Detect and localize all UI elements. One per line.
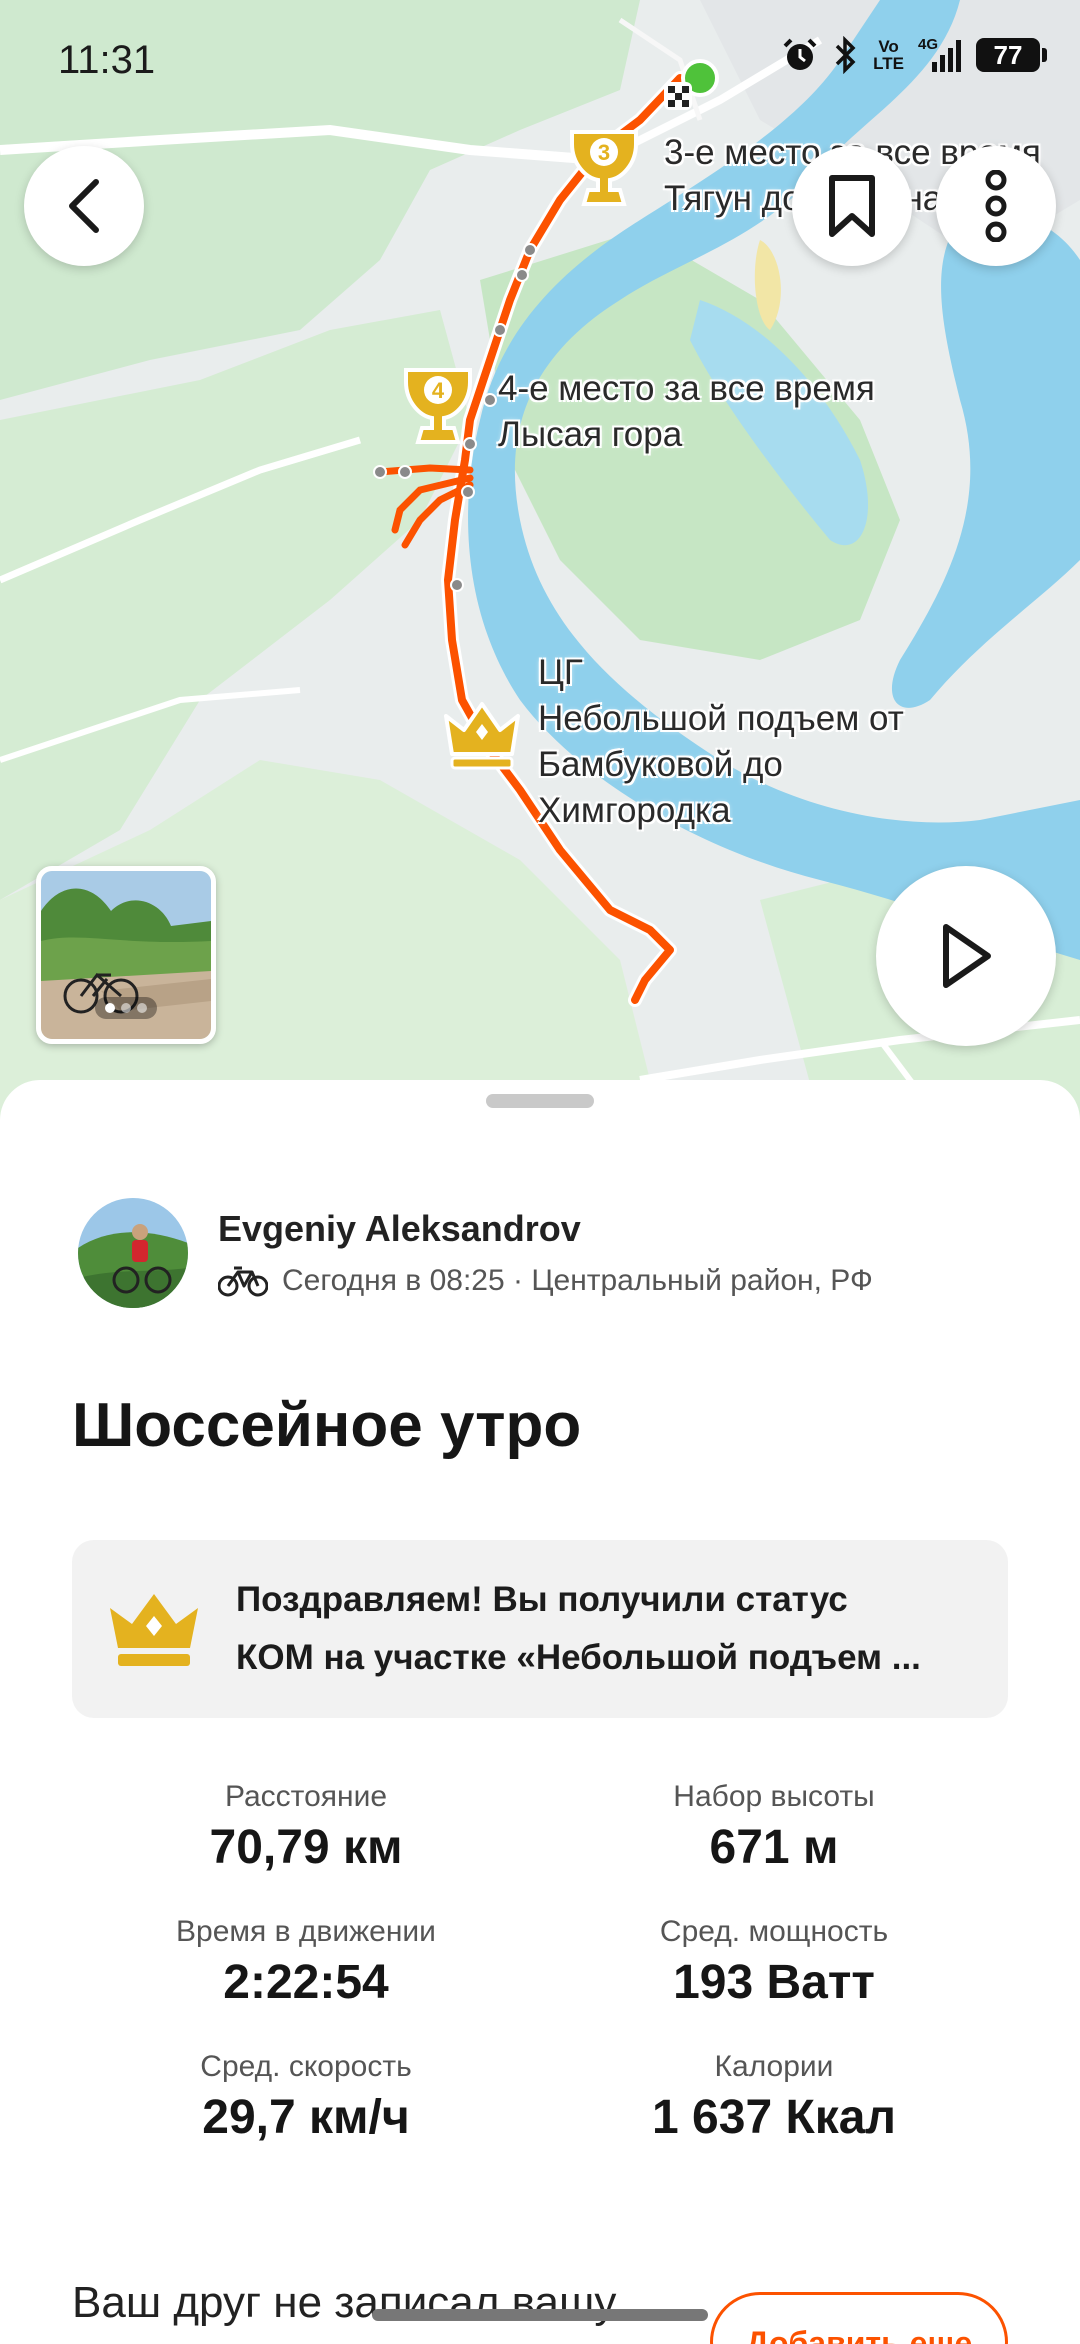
activity-meta: Сегодня в 08:25 · Центральный район, РФ <box>218 1264 873 1298</box>
volte-icon: Vo LTE <box>873 37 904 73</box>
stat-value: 1 637 Ккал <box>652 2091 896 2144</box>
activity-title: Шоссейное утро <box>72 1391 582 1460</box>
stat-distance: Расстояние 70,79 км <box>72 1780 540 1875</box>
stat-value: 70,79 км <box>209 1821 403 1874</box>
activity-map[interactable]: 3 4 3-е место за все время Тягун до Кочк… <box>0 0 1080 1120</box>
crown-map-icon <box>444 702 520 770</box>
segment-name-text: Лысая гора <box>498 415 683 454</box>
sheet-drag-handle[interactable] <box>486 1094 594 1108</box>
bluetooth-icon <box>835 36 856 74</box>
alarm-icon <box>783 38 817 70</box>
bike-icon <box>218 1266 268 1297</box>
segment-label-2[interactable]: 4-е место за все время Лысая гора <box>498 366 875 458</box>
segment-name-text: Бамбуковой до <box>538 745 783 784</box>
trophy-3-icon: 3 <box>570 130 638 206</box>
activity-date-location: Сегодня в 08:25 · Центральный район, РФ <box>282 1264 873 1297</box>
stat-value: 29,7 км/ч <box>202 2091 410 2144</box>
stat-avg-speed: Сред. скорость 29,7 км/ч <box>72 2050 540 2145</box>
stat-label: Время в движении <box>176 1915 436 1948</box>
status-bar: 11:31 Vo LTE 4G 77 <box>0 0 1080 120</box>
segment-name-text: Химгородка <box>538 791 731 830</box>
more-options-button[interactable] <box>936 146 1056 266</box>
athlete-header[interactable]: Evgeniy Aleksandrov Сегодня в 08:25 · Це… <box>78 1198 873 1308</box>
segment-name-text: Небольшой подъем от <box>538 699 904 738</box>
photo-pagination-dots <box>95 997 157 1019</box>
achievement-line: Поздравляем! Вы получили статус <box>236 1580 848 1619</box>
play-flyover-button[interactable] <box>876 866 1056 1046</box>
stat-value: 671 м <box>709 1821 839 1874</box>
stat-elevation-gain: Набор высоты 671 м <box>540 1780 1008 1875</box>
add-others-button[interactable]: Добавить еще <box>710 2292 1008 2344</box>
stat-value: 2:22:54 <box>223 1956 389 2009</box>
athlete-info: Evgeniy Aleksandrov Сегодня в 08:25 · Це… <box>218 1208 873 1298</box>
segment-rank-text: ЦГ <box>538 653 583 692</box>
stat-label: Сред. скорость <box>200 2050 412 2083</box>
battery-icon: 77 <box>976 38 1047 72</box>
chevron-left-icon <box>69 179 99 233</box>
crown-icon <box>110 1594 198 1666</box>
stat-label: Расстояние <box>224 1780 388 1813</box>
stat-value: 193 Ватт <box>673 1956 875 2009</box>
bookmark-icon <box>829 175 875 237</box>
battery-level-text: 77 <box>993 39 1023 70</box>
achievement-line: КОМ на участке «Небольшой подъем ... <box>236 1638 921 1677</box>
stat-label: Сред. мощность <box>659 1915 889 1948</box>
trophy-4-icon: 4 <box>404 368 472 444</box>
activity-stats: Расстояние 70,79 км Набор высоты 671 м В… <box>72 1780 1008 2145</box>
stat-label: Набор высоты <box>673 1780 875 1813</box>
activity-photo-thumbnail[interactable] <box>36 866 216 1044</box>
stat-label: Калории <box>714 2050 834 2083</box>
svg-text:3: 3 <box>598 140 610 165</box>
avatar[interactable] <box>78 1198 188 1308</box>
gesture-navigation-bar[interactable] <box>372 2309 708 2321</box>
stat-moving-time: Время в движении 2:22:54 <box>72 1915 540 2010</box>
status-icons: Vo LTE 4G 77 <box>781 36 1047 74</box>
4g-signal-icon: 4G <box>918 36 962 74</box>
segment-label-3[interactable]: ЦГ Небольшой подъем от Бамбуковой до Хим… <box>538 650 904 834</box>
status-time: 11:31 <box>58 38 156 82</box>
play-icon <box>943 924 991 988</box>
achievement-text: Поздравляем! Вы получили статус КОМ на у… <box>236 1571 956 1687</box>
svg-text:4: 4 <box>432 378 445 403</box>
stat-calories: Калории 1 637 Ккал <box>540 2050 1008 2145</box>
segment-rank-text: 4-е место за все время <box>498 369 875 408</box>
athlete-name[interactable]: Evgeniy Aleksandrov <box>218 1208 873 1250</box>
more-vertical-icon <box>985 170 1007 242</box>
activity-details-sheet[interactable]: Evgeniy Aleksandrov Сегодня в 08:25 · Це… <box>0 1080 1080 2344</box>
bookmark-button[interactable] <box>792 146 912 266</box>
achievement-banner[interactable]: Поздравляем! Вы получили статус КОМ на у… <box>72 1540 1008 1718</box>
stat-avg-power: Сред. мощность 193 Ватт <box>540 1915 1008 2010</box>
back-button[interactable] <box>24 146 144 266</box>
